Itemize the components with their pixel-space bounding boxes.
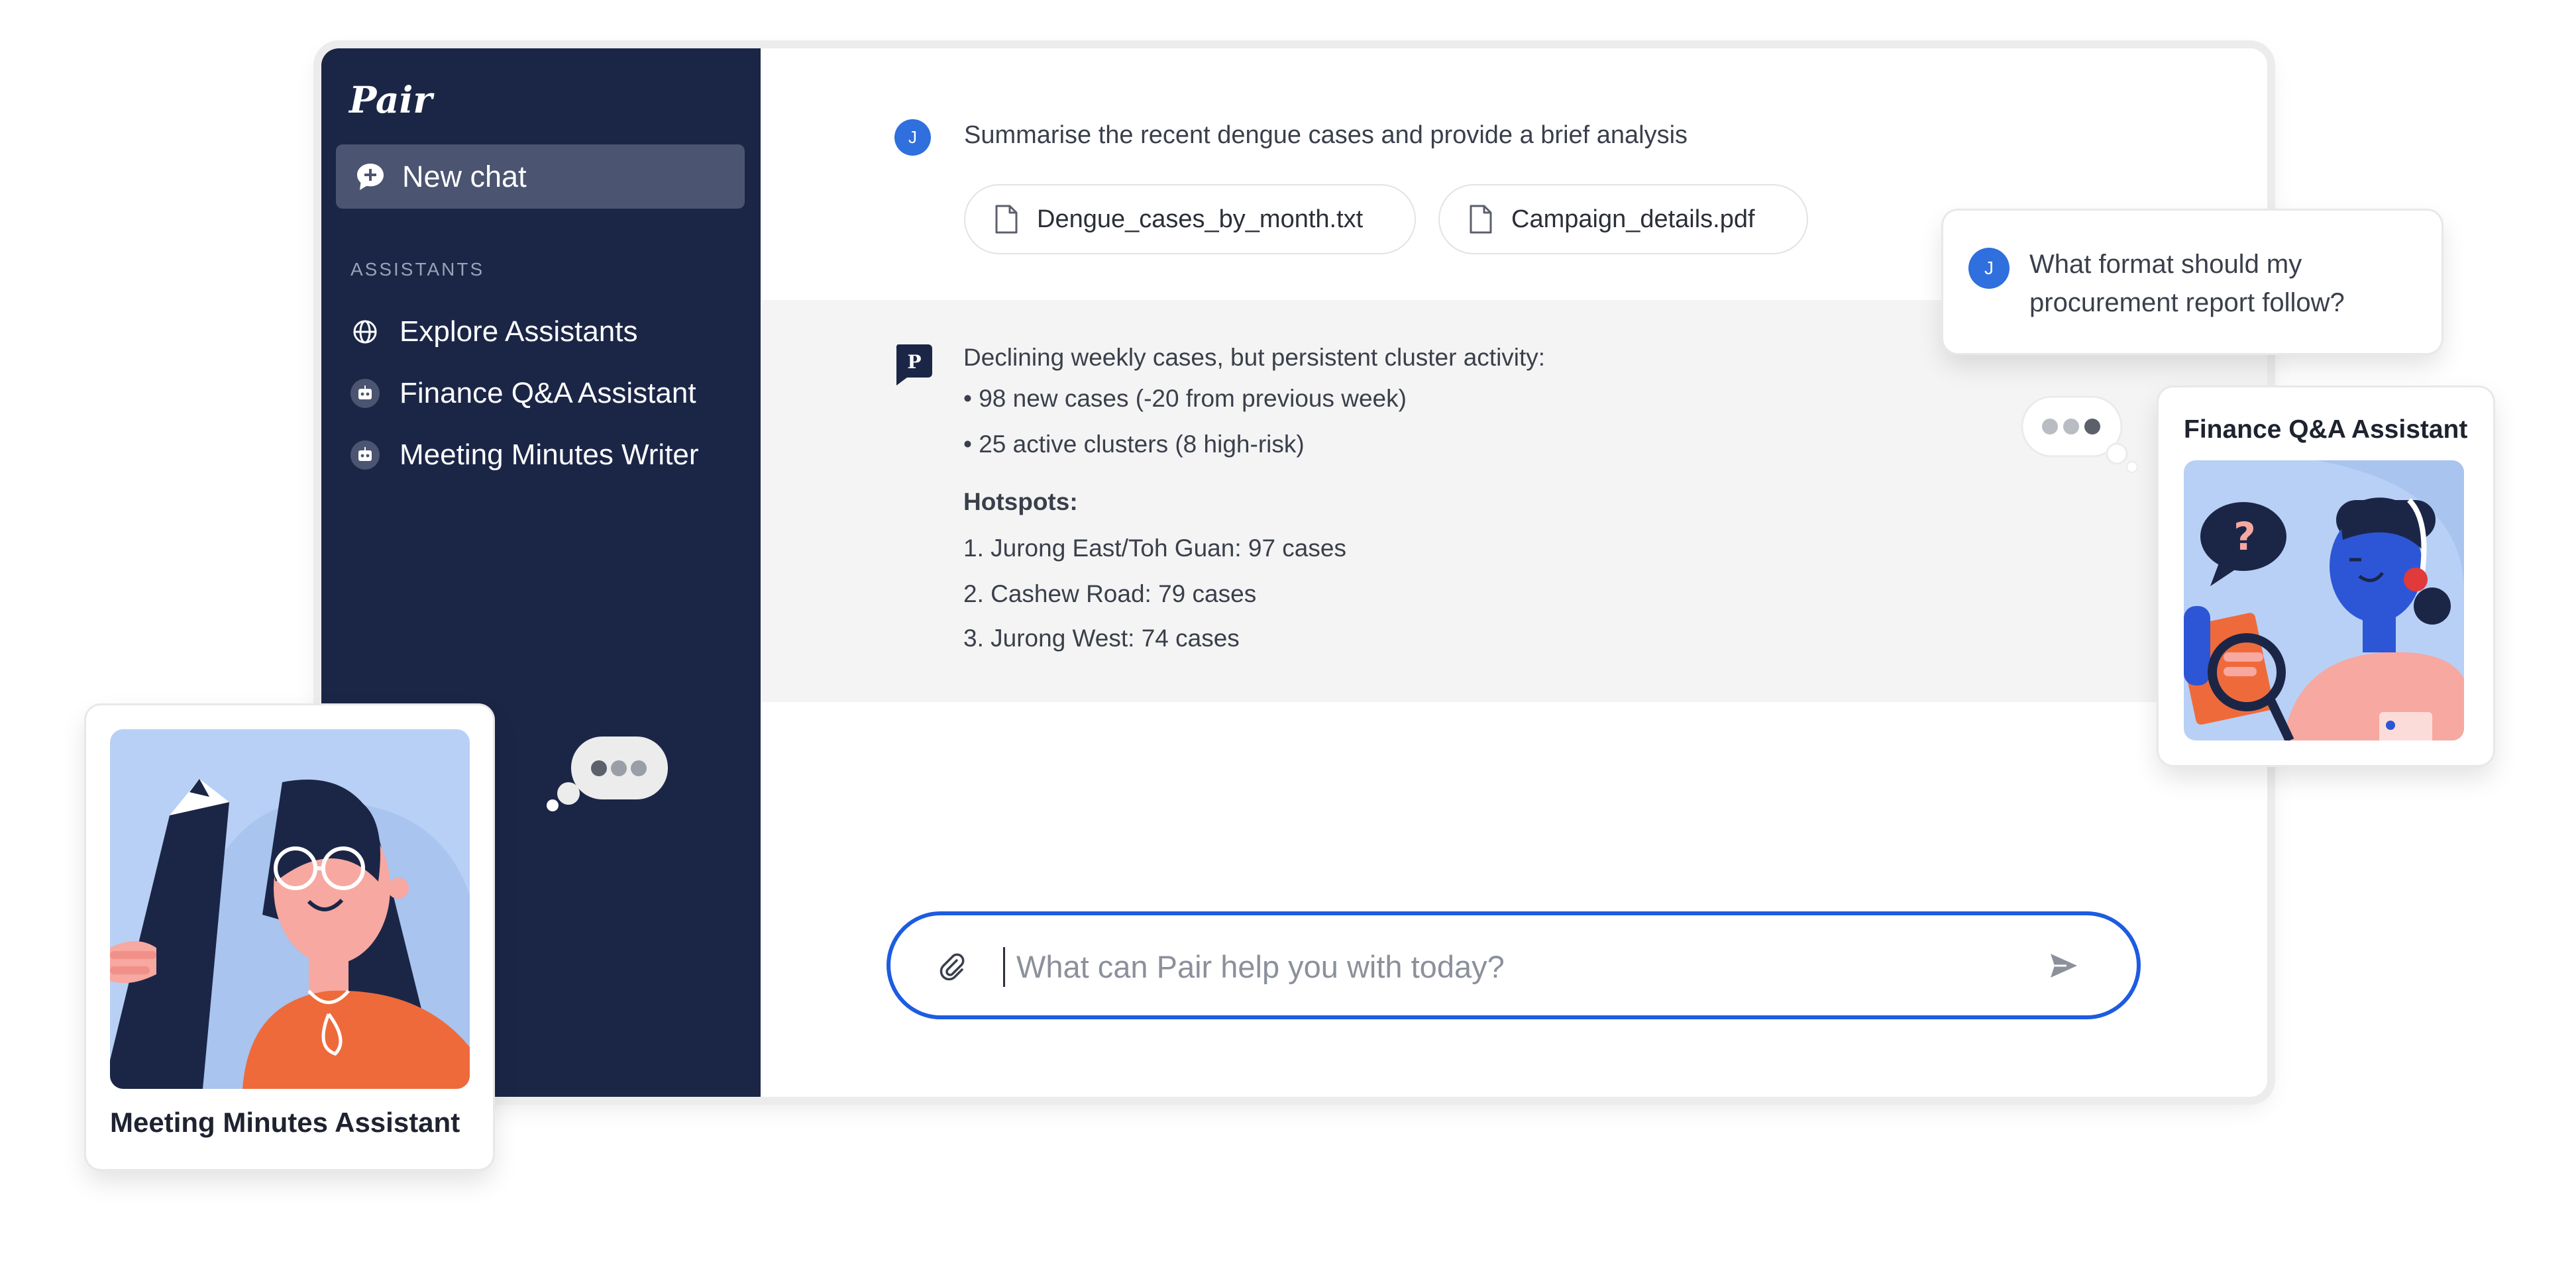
file-icon [1470, 205, 1492, 234]
new-chat-button[interactable]: New chat [336, 144, 745, 209]
file-icon [995, 205, 1018, 234]
response-intro: Declining weekly cases, but persistent c… [963, 344, 1546, 371]
bot-initial: P [907, 351, 921, 373]
sidebar-item-meeting-minutes-writer[interactable]: Meeting Minutes Writer [350, 432, 699, 478]
sidebar-item-label: Finance Q&A Assistant [400, 377, 696, 409]
sidebar-item-finance-qa-assistant[interactable]: Finance Q&A Assistant [350, 370, 696, 417]
typing-indicator [2021, 395, 2138, 473]
finance-assistant-illustration: ? [2184, 460, 2464, 740]
chat-area: J Summarise the recent dengue cases and … [761, 48, 2267, 1097]
user-avatar: J [894, 119, 931, 156]
question-card: J What format should my procurement repo… [1943, 211, 2442, 353]
finance-card-title: Finance Q&A Assistant [2184, 415, 2468, 444]
assistants-heading: ASSISTANTS [350, 259, 485, 280]
response-bullet: • 98 new cases (-20 from previous week) [963, 385, 1407, 412]
attachment-name: Campaign_details.pdf [1511, 205, 1755, 233]
hotspot-item: 1. Jurong East/Toh Guan: 97 cases [963, 535, 1346, 562]
app-logo: Pair [349, 78, 433, 121]
app-window: Pair New chat ASSISTANTS Explore Assista… [321, 48, 2267, 1097]
globe-icon [350, 317, 380, 346]
sidebar-item-label: Explore Assistants [400, 315, 638, 348]
hotspot-item: 2. Cashew Road: 79 cases [963, 580, 1257, 607]
minutes-card-title: Meeting Minutes Assistant [110, 1107, 460, 1138]
meeting-minutes-illustration [110, 729, 470, 1089]
attachment-name: Dengue_cases_by_month.txt [1037, 205, 1364, 233]
robot-icon [350, 440, 380, 470]
sidebar-item-label: Meeting Minutes Writer [400, 438, 699, 471]
attachment-chip[interactable]: Dengue_cases_by_month.txt [964, 184, 1416, 254]
user-message: Summarise the recent dengue cases and pr… [964, 121, 1688, 149]
assistant-response: P Declining weekly cases, but persistent… [761, 300, 2267, 702]
meeting-minutes-assistant-card[interactable]: Meeting Minutes Assistant [86, 705, 493, 1169]
user-avatar: J [1968, 248, 2010, 289]
question-text: What format should my procurement report… [2029, 250, 2345, 317]
hotspots-title: Hotspots: [963, 488, 1078, 515]
chat-input[interactable] [1015, 935, 2012, 997]
new-chat-label: New chat [402, 159, 527, 193]
finance-assistant-card[interactable]: Finance Q&A Assistant ? [2159, 387, 2493, 765]
attachment-chip[interactable]: Campaign_details.pdf [1438, 184, 1808, 254]
chat-composer [886, 911, 2141, 1019]
new-chat-icon [357, 163, 384, 190]
robot-icon [350, 379, 380, 408]
text-caret [1003, 947, 1005, 987]
send-icon[interactable] [2047, 948, 2081, 983]
typing-indicator [547, 737, 668, 811]
svg-text:?: ? [2233, 514, 2256, 559]
pair-bot-avatar: P [896, 344, 932, 385]
hotspot-item: 3. Jurong West: 74 cases [963, 625, 1240, 652]
response-bullet: • 25 active clusters (8 high-risk) [963, 431, 1305, 458]
paperclip-icon[interactable] [937, 950, 969, 982]
sidebar-item-explore-assistants[interactable]: Explore Assistants [350, 309, 638, 355]
